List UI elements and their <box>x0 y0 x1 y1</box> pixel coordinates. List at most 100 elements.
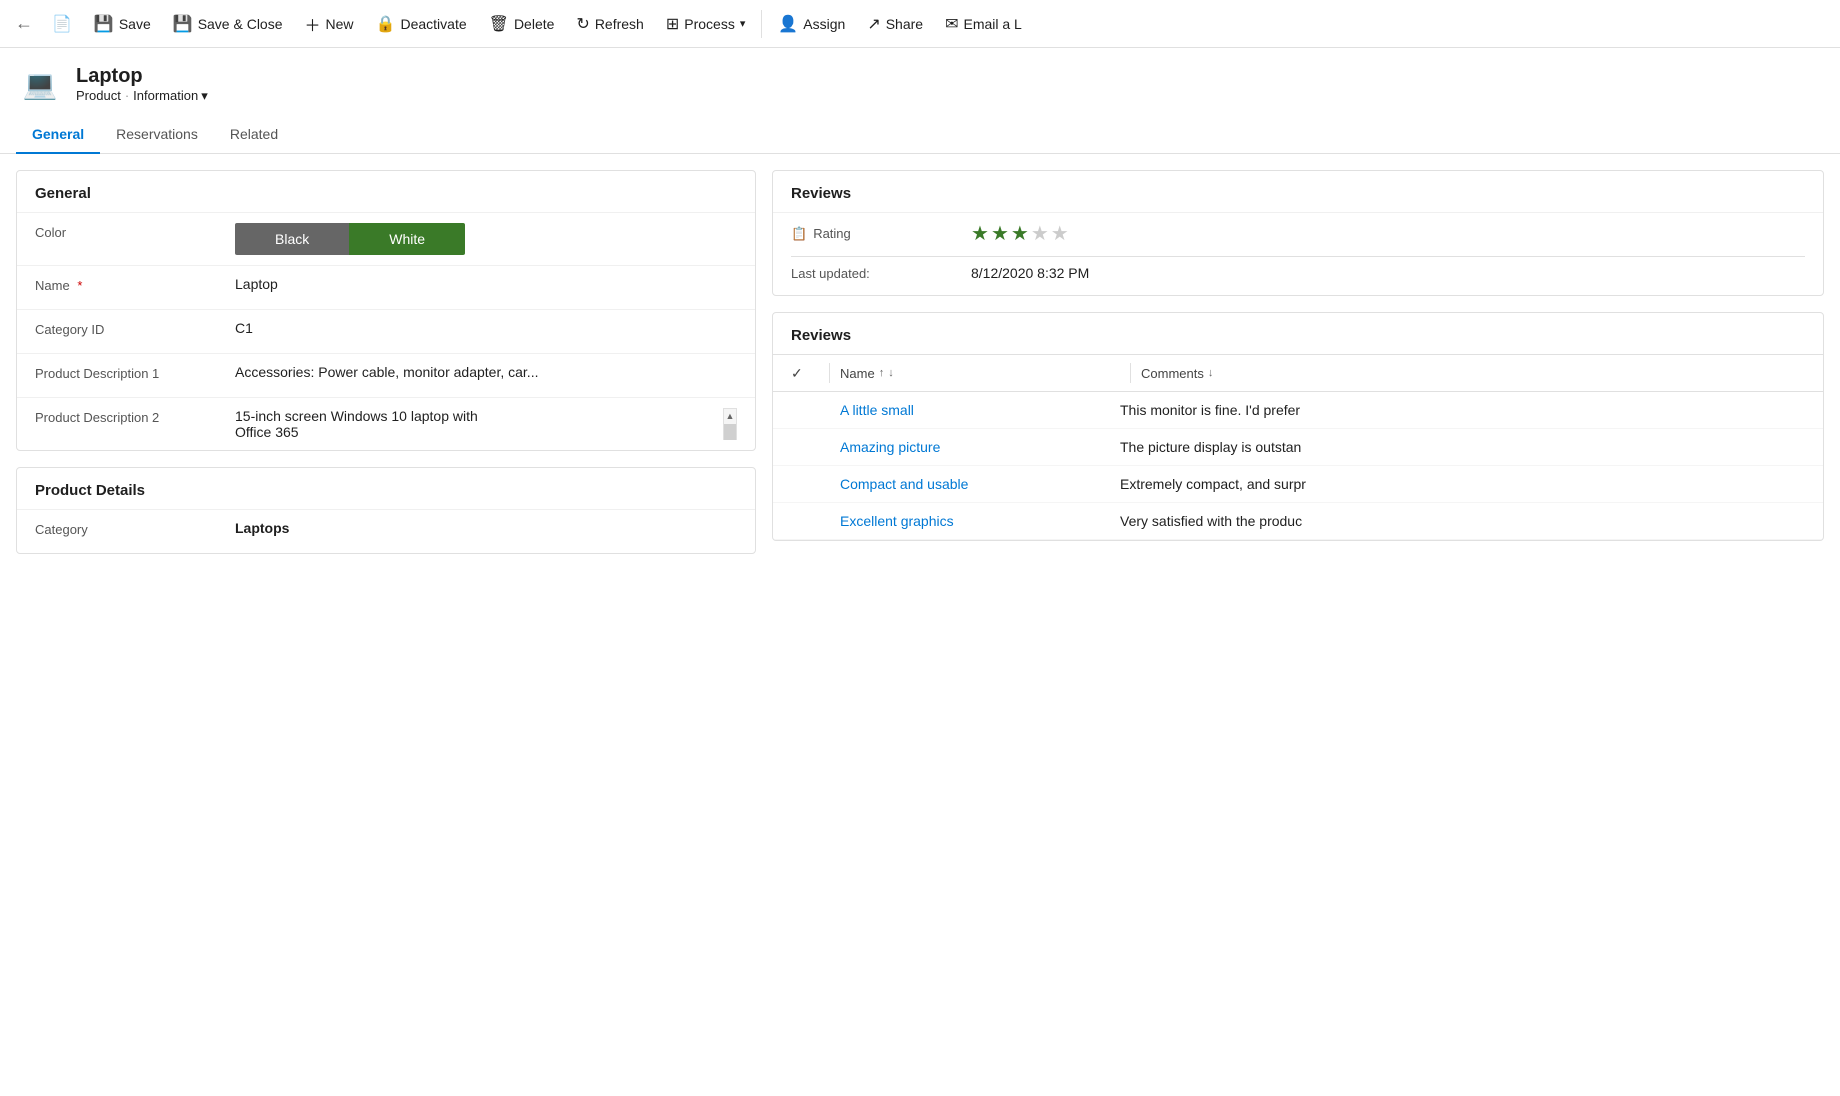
review-row: Amazing picture The picture display is o… <box>773 429 1823 466</box>
rating-label: 📋 Rating <box>791 226 971 242</box>
reviews-table-header: ✓ Name ↑ ↓ Comments ↓ <box>773 354 1823 392</box>
desc2-value: 15-inch screen Windows 10 laptop with Of… <box>235 408 721 440</box>
col-name-header[interactable]: Name ↑ ↓ <box>840 366 1120 381</box>
name-sort-asc-icon[interactable]: ↑ <box>879 367 885 379</box>
category-field: Category Laptops <box>17 509 755 553</box>
deactivate-icon: 🔒 <box>376 14 396 34</box>
share-label: Share <box>886 16 923 32</box>
doc-button[interactable]: 📄 <box>42 8 82 40</box>
save-close-icon: 💾 <box>173 14 193 34</box>
assign-button[interactable]: 👤 Assign <box>768 8 855 40</box>
product-icon: 💻 <box>16 60 64 108</box>
category-value: Laptops <box>235 520 737 536</box>
desc2-label: Product Description 2 <box>35 408 235 425</box>
refresh-icon: ↻ <box>576 14 589 34</box>
back-button[interactable]: ← <box>8 8 40 40</box>
star-3: ★ <box>1011 221 1029 246</box>
toolbar-separator <box>761 10 762 38</box>
col-comments-header[interactable]: Comments ↓ <box>1141 366 1805 381</box>
tab-general[interactable]: General <box>16 116 100 154</box>
review-name-3[interactable]: Excellent graphics <box>840 513 1120 529</box>
save-close-button[interactable]: 💾 Save & Close <box>163 8 293 40</box>
last-updated-row: Last updated: 8/12/2020 8:32 PM <box>773 257 1823 295</box>
name-value[interactable]: Laptop <box>235 276 737 292</box>
desc2-field: Product Description 2 15-inch screen Win… <box>17 397 755 450</box>
reviews-list-card: Reviews ✓ Name ↑ ↓ Comments ↓ A little s <box>772 312 1824 541</box>
product-details-title: Product Details <box>17 468 755 509</box>
category-id-label: Category ID <box>35 320 235 337</box>
color-buttons: Black White <box>235 223 737 255</box>
general-section-title: General <box>17 171 755 212</box>
last-updated-value: 8/12/2020 8:32 PM <box>971 265 1089 281</box>
name-label: Name * <box>35 276 235 293</box>
category-id-field: Category ID C1 <box>17 309 755 353</box>
save-label: Save <box>119 16 151 32</box>
review-name-2[interactable]: Compact and usable <box>840 476 1120 492</box>
name-required: * <box>77 278 82 293</box>
page-header: 💻 Laptop Product · Information ▾ <box>0 48 1840 116</box>
desc1-value: Accessories: Power cable, monitor adapte… <box>235 364 737 380</box>
share-button[interactable]: ↗ Share <box>857 8 933 40</box>
process-button[interactable]: ⊞ Process ▾ <box>656 8 756 40</box>
color-white-button[interactable]: White <box>349 223 465 255</box>
scroll-up-button[interactable]: ▲ <box>724 409 736 423</box>
category-label: Category <box>35 520 235 537</box>
main-content: General Color Black White Name * Laptop <box>0 154 1840 570</box>
star-4: ★ <box>1031 221 1049 246</box>
color-field: Color Black White <box>17 212 755 265</box>
review-comment-2: Extremely compact, and surpr <box>1120 476 1805 492</box>
col-sep <box>1130 363 1131 383</box>
email-button[interactable]: ✉ Email a L <box>935 8 1032 40</box>
review-comment-1: The picture display is outstan <box>1120 439 1805 455</box>
new-button[interactable]: ＋ New <box>295 6 364 42</box>
process-chevron-icon: ▾ <box>740 17 746 30</box>
assign-label: Assign <box>803 16 845 32</box>
new-icon: ＋ <box>305 12 321 36</box>
review-row: A little small This monitor is fine. I'd… <box>773 392 1823 429</box>
breadcrumb: Product · Information ▾ <box>76 88 208 104</box>
reviews-rating-card: Reviews 📋 Rating ★ ★ ★ ★ ★ Last updated:… <box>772 170 1824 296</box>
scrollbar-thumb <box>724 424 736 440</box>
deactivate-button[interactable]: 🔒 Deactivate <box>366 8 477 40</box>
comments-sort-icon[interactable]: ↓ <box>1208 367 1214 379</box>
review-name-0[interactable]: A little small <box>840 402 1120 418</box>
save-button[interactable]: 💾 Save <box>84 8 161 40</box>
save-icon: 💾 <box>94 14 114 34</box>
name-field: Name * Laptop <box>17 265 755 309</box>
tabs: General Reservations Related <box>0 116 1840 154</box>
title-area: Laptop Product · Information ▾ <box>76 65 208 104</box>
delete-button[interactable]: 🗑 Delete <box>479 8 565 40</box>
review-name-1[interactable]: Amazing picture <box>840 439 1120 455</box>
chevron-down-icon: ▾ <box>201 88 208 104</box>
breadcrumb-product[interactable]: Product <box>76 88 121 103</box>
color-black-button[interactable]: Black <box>235 223 349 255</box>
back-icon: ← <box>15 13 33 34</box>
deactivate-label: Deactivate <box>400 16 466 32</box>
refresh-label: Refresh <box>595 16 644 32</box>
new-label: New <box>326 16 354 32</box>
refresh-button[interactable]: ↻ Refresh <box>566 8 653 40</box>
last-updated-label: Last updated: <box>791 266 971 281</box>
review-row: Excellent graphics Very satisfied with t… <box>773 503 1823 540</box>
rating-stars: ★ ★ ★ ★ ★ <box>971 221 1069 246</box>
desc2-scrollbar: ▲ ▼ <box>723 408 737 440</box>
rating-row: 📋 Rating ★ ★ ★ ★ ★ <box>773 212 1823 256</box>
tab-related[interactable]: Related <box>214 116 294 154</box>
desc2-value-wrap: 15-inch screen Windows 10 laptop with Of… <box>235 408 737 440</box>
name-sort-desc-icon[interactable]: ↓ <box>888 367 894 379</box>
breadcrumb-info[interactable]: Information ▾ <box>133 88 208 104</box>
desc1-label: Product Description 1 <box>35 364 235 381</box>
product-details-card: Product Details Category Laptops <box>16 467 756 554</box>
tab-reservations[interactable]: Reservations <box>100 116 214 154</box>
share-icon: ↗ <box>867 14 880 34</box>
page-title: Laptop <box>76 65 208 88</box>
header-sep <box>829 363 830 383</box>
reviews-rating-title: Reviews <box>773 171 1823 212</box>
star-5: ★ <box>1051 221 1069 246</box>
assign-icon: 👤 <box>778 14 798 34</box>
check-all[interactable]: ✓ <box>791 365 819 382</box>
process-label: Process <box>684 16 735 32</box>
doc-icon: 📄 <box>52 14 72 34</box>
review-comment-3: Very satisfied with the produc <box>1120 513 1805 529</box>
email-icon: ✉ <box>945 14 958 34</box>
